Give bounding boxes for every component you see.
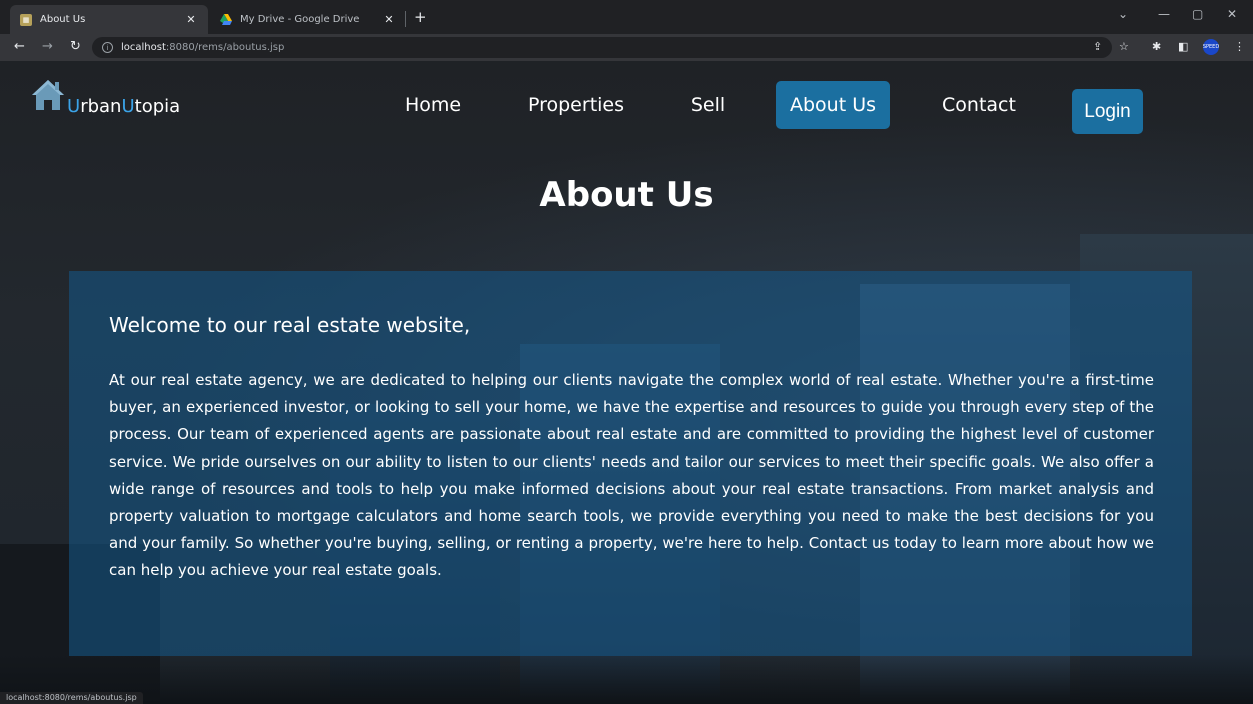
- welcome-heading: Welcome to our real estate website,: [109, 313, 471, 337]
- status-bar-url: localhost:8080/rems/aboutus.jsp: [0, 692, 143, 704]
- side-panel-icon[interactable]: ◧: [1178, 40, 1188, 53]
- brand-letter: U: [67, 96, 81, 117]
- browser-tab-strip: ▦ About Us ✕ My Drive - Google Drive ✕ +…: [0, 0, 1253, 34]
- nav-contact[interactable]: Contact: [933, 81, 1025, 129]
- tab-divider: [405, 11, 406, 27]
- share-icon[interactable]: ⇪: [1093, 40, 1102, 53]
- nav-sell[interactable]: Sell: [681, 81, 735, 129]
- extensions-puzzle-icon[interactable]: ✱: [1152, 40, 1161, 53]
- google-drive-icon: [220, 14, 232, 26]
- back-arrow-icon[interactable]: ←: [14, 39, 25, 55]
- page-title: About Us: [539, 175, 714, 215]
- address-path: :8080/rems/aboutus.jsp: [165, 42, 285, 53]
- maximize-icon[interactable]: ▢: [1192, 7, 1203, 21]
- brand-letter: U: [121, 96, 135, 117]
- brand-text: rban: [80, 96, 122, 117]
- nav-home[interactable]: Home: [397, 81, 469, 129]
- brand-text: topia: [134, 96, 181, 117]
- tab-title: My Drive - Google Drive: [240, 14, 360, 25]
- tab-search-chevron-icon[interactable]: ⌄: [1118, 7, 1128, 21]
- close-tab-icon[interactable]: ✕: [382, 13, 396, 26]
- tab-google-drive[interactable]: My Drive - Google Drive ✕: [210, 5, 406, 34]
- bookmark-star-icon[interactable]: ☆: [1119, 40, 1129, 53]
- site-favicon-icon: ▦: [20, 13, 32, 26]
- forward-arrow-icon[interactable]: →: [42, 39, 53, 55]
- site-logo[interactable]: [30, 77, 66, 113]
- reload-icon[interactable]: ↻: [70, 39, 81, 55]
- page-viewport: UrbanUtopia Home Properties Sell About U…: [0, 61, 1253, 704]
- profile-avatar[interactable]: SPEED: [1203, 39, 1219, 55]
- nav-about-us[interactable]: About Us: [776, 81, 890, 129]
- minimize-icon[interactable]: —: [1158, 7, 1170, 21]
- close-tab-icon[interactable]: ✕: [184, 13, 198, 26]
- tab-about-us[interactable]: ▦ About Us ✕: [10, 5, 208, 34]
- background-ground: [0, 654, 1253, 704]
- login-button[interactable]: Login: [1072, 89, 1143, 134]
- browser-toolbar: ← → ↻ i localhost:8080/rems/aboutus.jsp …: [0, 34, 1253, 61]
- tab-title: About Us: [40, 14, 86, 25]
- site-info-icon[interactable]: i: [102, 42, 113, 53]
- nav-properties[interactable]: Properties: [518, 81, 634, 129]
- about-paragraph: At our real estate agency, we are dedica…: [109, 371, 1154, 580]
- address-bar[interactable]: i localhost:8080/rems/aboutus.jsp: [92, 37, 1112, 58]
- house-icon: [32, 80, 64, 110]
- new-tab-plus-icon[interactable]: +: [414, 8, 427, 26]
- brand-name[interactable]: UrbanUtopia: [67, 96, 180, 117]
- browser-menu-icon[interactable]: ⋮: [1234, 40, 1245, 53]
- address-host: localhost: [121, 42, 166, 53]
- about-card: Welcome to our real estate website, At o…: [69, 271, 1192, 656]
- close-window-icon[interactable]: ✕: [1227, 7, 1237, 21]
